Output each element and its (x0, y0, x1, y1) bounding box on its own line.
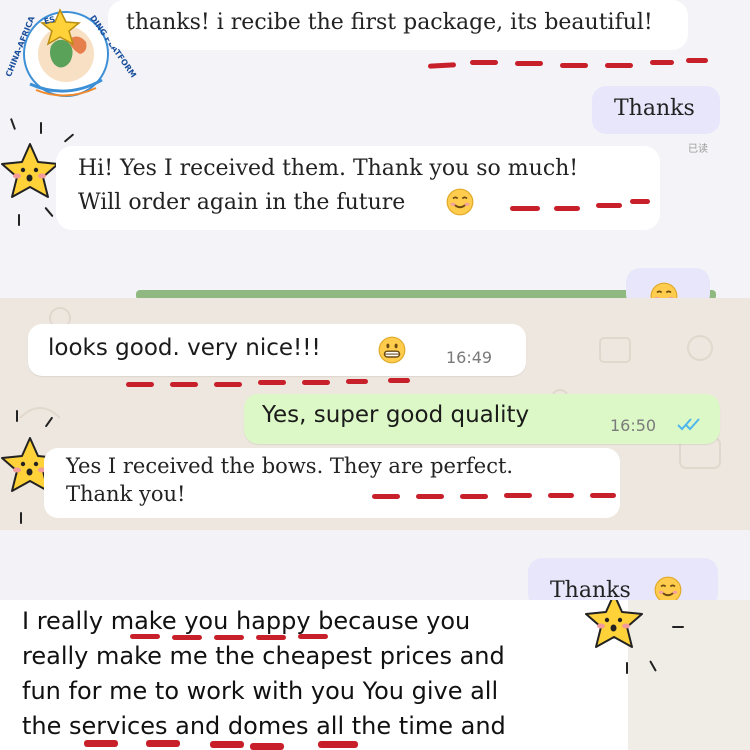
chat-screenshot-top: CHINA-AFRICA ES DING PLATFORM thanks! i … (0, 0, 750, 298)
red-underline (298, 634, 328, 639)
star-sticker-icon (0, 142, 60, 202)
message-text-block: I really make you happy because you real… (22, 604, 622, 744)
red-underline (416, 494, 444, 499)
smile-emoji-icon (650, 282, 678, 298)
chat-bubble-received: looks good. very nice!!! 16:49 (28, 324, 526, 376)
red-underline (504, 493, 532, 498)
message-text-line-3: fun for me to work with you You give all (22, 677, 499, 705)
message-timestamp: 16:50 (610, 416, 657, 435)
red-underline (470, 60, 498, 65)
red-underline (372, 494, 400, 499)
smile-emoji-icon (654, 576, 682, 600)
chat-bubble-received: Hi! Yes I received them. Thank you so mu… (56, 146, 660, 230)
chat-bubble-sent: Yes, super good quality 16:50 (244, 394, 720, 444)
double-check-icon (676, 416, 704, 436)
grin-emoji-icon (378, 336, 406, 368)
red-underline (560, 63, 588, 68)
red-underline (686, 58, 708, 63)
red-underline (250, 743, 284, 750)
background-strip (628, 600, 750, 750)
red-underline (605, 63, 633, 68)
message-text-line-1: Yes I received the bows. They are perfec… (66, 454, 514, 478)
red-underline (318, 741, 358, 748)
red-underline (427, 62, 457, 69)
doodle-mark (626, 662, 628, 674)
red-underline (302, 380, 330, 385)
red-underline (214, 635, 244, 640)
red-underline (146, 740, 180, 747)
message-text-line-2: Thank you! (66, 482, 186, 506)
red-underline (172, 635, 202, 640)
red-underline (126, 382, 154, 387)
doodle-mark (44, 206, 54, 218)
message-text-line-2: Will order again in the future (78, 190, 406, 215)
message-timestamp: 16:49 (446, 348, 493, 367)
red-underline (515, 61, 543, 66)
red-underline (346, 379, 368, 384)
red-underline (596, 203, 622, 208)
red-underline (554, 206, 580, 211)
red-underline (548, 493, 574, 498)
chat-bubble-received: Yes I received the bows. They are perfec… (44, 448, 620, 518)
message-text: Thanks (550, 578, 631, 600)
chat-screenshot-bottom: I really make you happy because you real… (0, 600, 750, 750)
smile-emoji-icon (446, 188, 474, 220)
message-text: thanks! i recibe the first package, its … (126, 10, 653, 35)
red-underline (130, 634, 160, 639)
red-underline (214, 382, 242, 387)
chat-bubble-sent-partial (626, 268, 710, 298)
star-sticker-icon (584, 600, 644, 652)
message-text-line-4: the services and domes all the time and (22, 712, 506, 740)
chat-bubble-sent: Thanks (592, 86, 720, 134)
chat-bubble-received: thanks! i recibe the first package, its … (108, 0, 688, 50)
red-underline (630, 199, 650, 204)
doodle-mark (16, 410, 18, 422)
red-underline (590, 493, 616, 498)
doodle-mark (10, 118, 16, 130)
doodle-mark (20, 512, 22, 524)
message-text-line-2: really make me the cheapest prices and (22, 642, 505, 670)
doodle-mark (63, 133, 75, 143)
red-underline (460, 494, 488, 499)
doodle-mark (18, 214, 20, 226)
red-underline (510, 206, 540, 211)
read-status: 已读 (688, 144, 708, 155)
red-underline (210, 741, 244, 748)
red-underline (84, 740, 118, 747)
doodle-mark (40, 122, 42, 134)
message-text: Thanks (614, 96, 695, 121)
chat-screenshot-mid: Thanks (0, 530, 750, 600)
red-underline (650, 60, 674, 65)
logo-icon: CHINA-AFRICA ES DING PLATFORM (4, 2, 138, 102)
doodle-mark (672, 626, 684, 628)
red-underline (258, 380, 286, 385)
red-underline (170, 382, 198, 387)
message-text-line-1: Hi! Yes I received them. Thank you so mu… (78, 156, 579, 181)
red-underline (388, 378, 410, 383)
red-underline (256, 635, 286, 640)
chat-bubble-sent: Thanks (528, 558, 718, 600)
message-text: looks good. very nice!!! (48, 335, 321, 361)
message-text: Yes, super good quality (262, 402, 530, 428)
